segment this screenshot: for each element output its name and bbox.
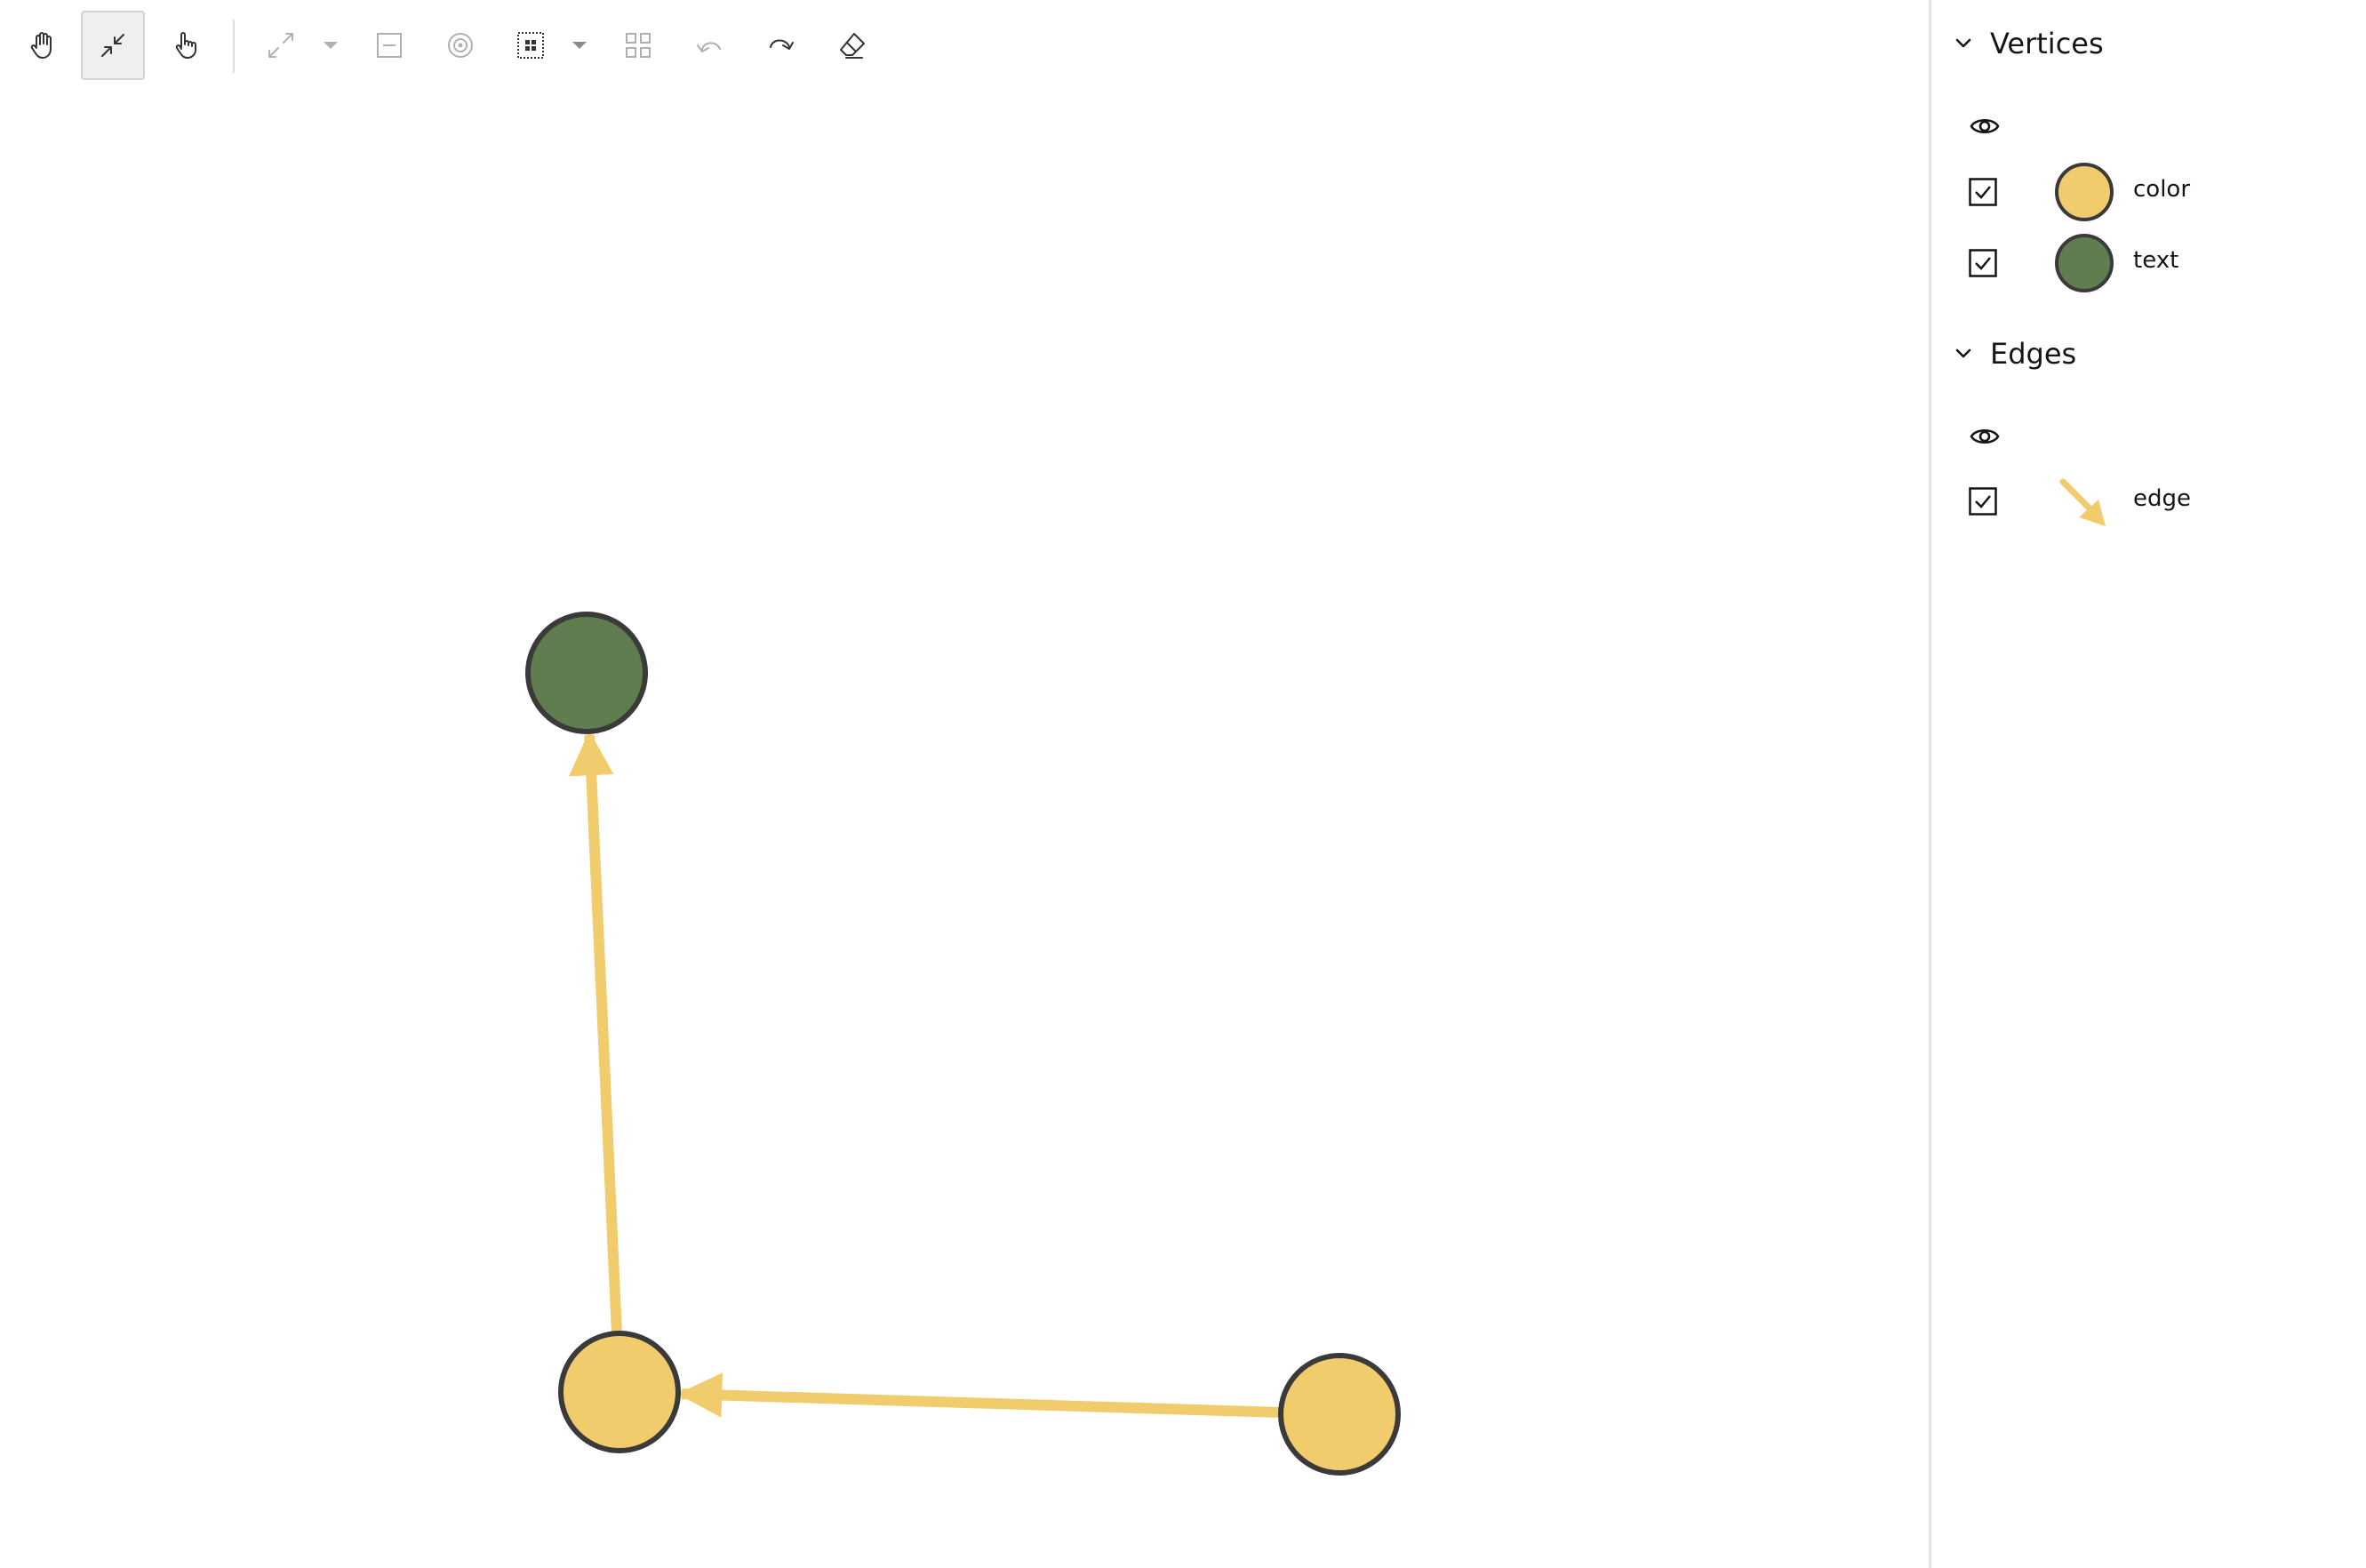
graph-vertex-color-v2[interactable] — [558, 1331, 681, 1453]
legend-item-text: text — [1969, 228, 2342, 299]
vertex-swatch-color — [2055, 163, 2114, 221]
chevron-down-icon — [1955, 348, 1971, 358]
graph-vertex-text-v1[interactable] — [525, 612, 648, 734]
legend-item-color: color — [1969, 156, 2342, 228]
legend-panel: Vertices color text Edges edge — [1929, 0, 2366, 1568]
legend-label-text: text — [2133, 247, 2179, 274]
legend-checkbox-text[interactable] — [1969, 249, 1997, 277]
graph-svg[interactable] — [0, 0, 1929, 1568]
legend-item-edge: edge — [1969, 466, 2342, 537]
chevron-down-icon — [1955, 38, 1971, 48]
legend-checkbox-color[interactable] — [1969, 178, 1997, 206]
edges-layer — [569, 730, 1392, 1444]
graph-vertex-color-v3[interactable] — [1278, 1353, 1401, 1476]
legend-checkbox-edge[interactable] — [1969, 487, 1997, 516]
edges-section-title: Edges — [1990, 337, 2077, 371]
vertices-visibility-eye-icon[interactable] — [1969, 110, 2001, 142]
vertex-swatch-circle — [2055, 234, 2114, 292]
vertices-layer — [525, 612, 1401, 1476]
legend-label-color: color — [2133, 176, 2191, 203]
vertex-swatch-circle — [2055, 163, 2114, 221]
edges-visibility-eye-icon[interactable] — [1969, 420, 2001, 452]
edges-section-header[interactable]: Edges — [1953, 327, 2076, 380]
edge-swatch-line — [2059, 478, 2093, 512]
legend-label-edge: edge — [2133, 485, 2191, 512]
graph-viz-app: Vertices color text Edges edge — [0, 0, 2366, 1568]
graph-canvas[interactable] — [0, 92, 1929, 1568]
vertices-section-title: Vertices — [1990, 27, 2104, 60]
vertices-section-header[interactable]: Vertices — [1953, 17, 2104, 70]
edge-swatch-arrow-icon — [2059, 478, 2106, 526]
vertex-swatch-text — [2055, 234, 2114, 292]
